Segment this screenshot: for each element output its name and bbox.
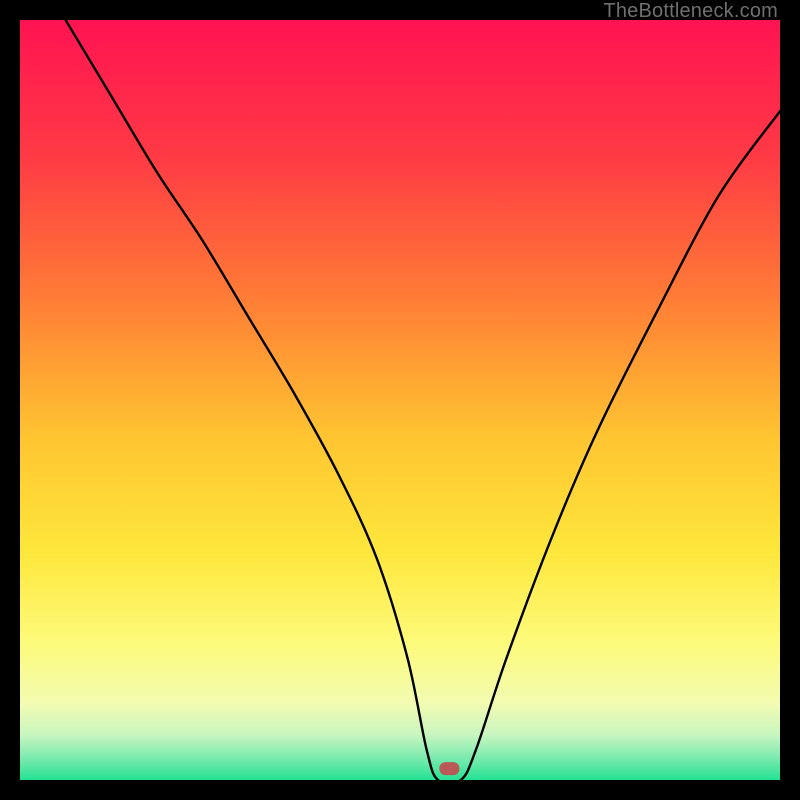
chart-frame [0,0,800,800]
watermark-text: TheBottleneck.com [603,0,778,23]
